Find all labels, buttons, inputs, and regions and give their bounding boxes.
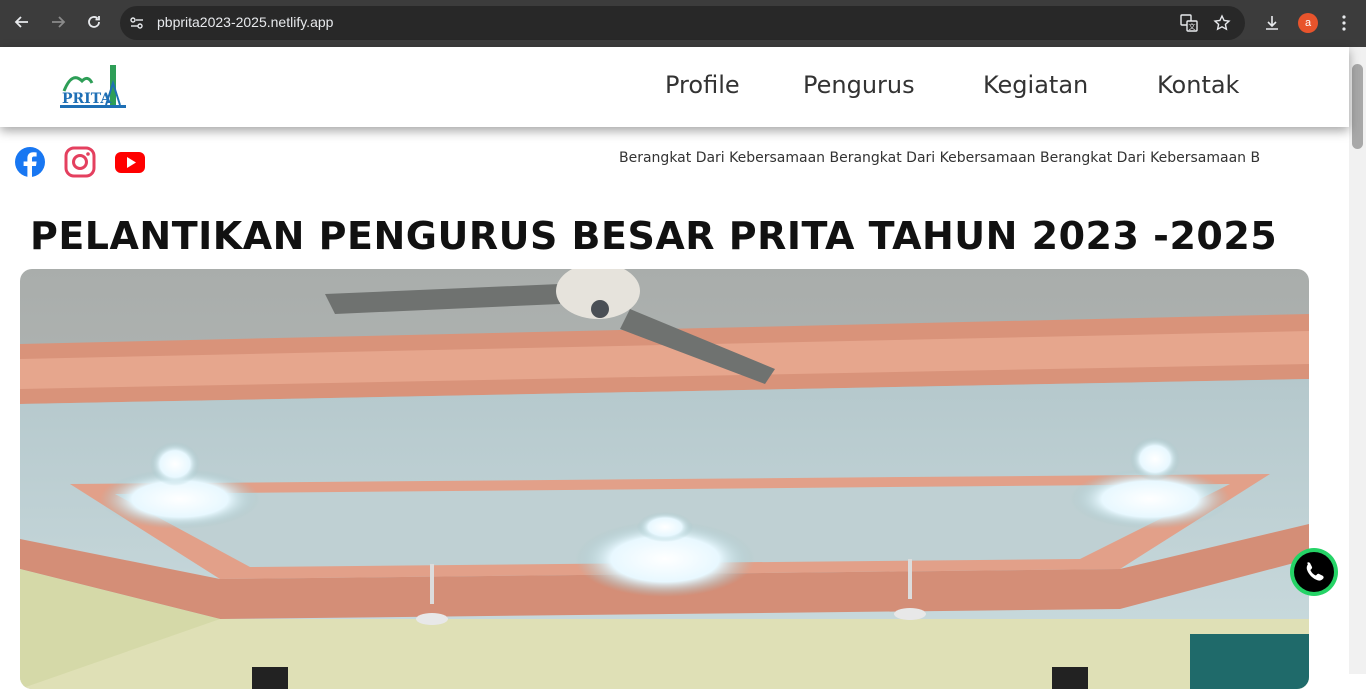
event-photo xyxy=(20,269,1309,689)
nav-profile[interactable]: Profile xyxy=(665,71,740,99)
svg-text:文: 文 xyxy=(1189,22,1196,31)
logo-mark-icon: PRITA xyxy=(60,65,126,108)
browser-toolbar: 文 pbprita2023-2025.netlify.app a xyxy=(0,0,1366,47)
facebook-icon[interactable] xyxy=(13,145,47,179)
site-header: PRITA Profile Pengurus Kegiatan Kontak xyxy=(0,47,1349,127)
reload-icon xyxy=(88,16,100,28)
translate-icon[interactable]: 文 xyxy=(1180,14,1198,32)
bookmark-star-icon[interactable] xyxy=(1213,14,1231,32)
site-settings-icon[interactable] xyxy=(129,15,145,31)
forward-arrow-icon xyxy=(52,16,66,28)
whatsapp-button[interactable] xyxy=(1288,546,1340,598)
svg-text:PRITA: PRITA xyxy=(62,91,112,107)
youtube-icon[interactable] xyxy=(113,145,147,179)
menu-kebab-icon[interactable] xyxy=(1336,14,1352,32)
back-button[interactable] xyxy=(8,8,36,36)
forward-button[interactable] xyxy=(44,8,72,36)
ceiling-photo-image xyxy=(20,269,1309,689)
nav-kegiatan[interactable]: Kegiatan xyxy=(983,71,1088,99)
url-text: pbprita2023-2025.netlify.app xyxy=(157,14,334,30)
profile-avatar[interactable]: a xyxy=(1298,13,1318,33)
scrollbar-thumb[interactable] xyxy=(1352,64,1363,149)
tagline-marquee: Berangkat Dari Kebersamaan Berangkat Dar… xyxy=(619,150,1349,172)
instagram-icon[interactable] xyxy=(63,145,97,179)
back-arrow-icon xyxy=(14,16,28,28)
page-title: PELANTIKAN PENGURUS BESAR PRITA TAHUN 20… xyxy=(30,214,1278,258)
nav-kontak[interactable]: Kontak xyxy=(1157,71,1239,99)
nav-pengurus[interactable]: Pengurus xyxy=(803,71,915,99)
prita-logo[interactable]: PRITA xyxy=(58,61,128,111)
reload-button[interactable] xyxy=(80,8,108,36)
download-icon[interactable] xyxy=(1263,14,1281,32)
marquee-text: Berangkat Dari Kebersamaan Berangkat Dar… xyxy=(619,150,1261,166)
